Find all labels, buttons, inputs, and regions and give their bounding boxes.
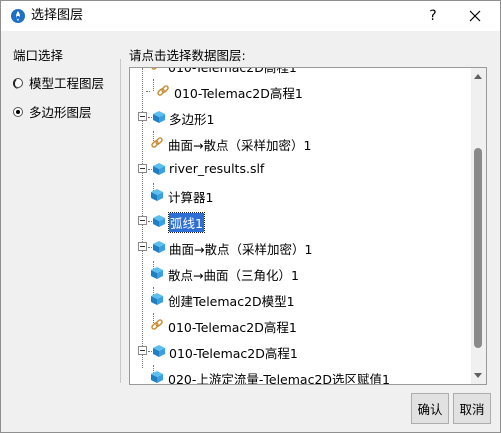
tree-row[interactable]: 创建Telemac2D模型1 xyxy=(130,287,470,311)
tree-row[interactable]: 散点→曲面（三角化）1 xyxy=(130,261,470,285)
tree-branch-line xyxy=(146,91,150,92)
tree-row[interactable]: 曲面→散点（采样加密）1 xyxy=(130,235,470,259)
cube-icon xyxy=(152,110,166,124)
tree-row[interactable]: river_results.slf xyxy=(130,157,470,181)
tree-row-label: 010-Telemac2D高程1 xyxy=(168,68,297,76)
tree-row[interactable]: 010-Telemac2D高程1 xyxy=(130,339,470,363)
confirm-button[interactable]: 确认 xyxy=(411,393,449,424)
link-icon xyxy=(150,68,164,72)
cube-icon xyxy=(152,162,166,176)
tree-row-label: 创建Telemac2D模型1 xyxy=(168,294,295,309)
tree-row-label: 计算器1 xyxy=(168,190,214,205)
help-button[interactable]: ? xyxy=(415,1,451,31)
title-bar: 选择图层 ? xyxy=(1,1,500,31)
tree-row-label: 020-上游定流量-Telemac2D选区赋值1 xyxy=(168,372,390,384)
tree-row[interactable]: 010-Telemac2D高程1 xyxy=(130,313,470,337)
collapse-toggle-icon[interactable] xyxy=(138,216,147,225)
tree-row[interactable]: 020-上游定流量-Telemac2D选区赋值1 xyxy=(130,365,470,384)
close-button[interactable] xyxy=(457,1,493,31)
scroll-up-arrow-icon[interactable] xyxy=(474,74,482,79)
tree-row-label: 散点→曲面（三角化）1 xyxy=(168,268,299,283)
cube-icon xyxy=(152,344,166,358)
tree-row-label: 曲面→散点（采样加密）1 xyxy=(168,138,312,153)
collapse-toggle-icon[interactable] xyxy=(138,346,147,355)
cube-icon xyxy=(152,240,166,254)
tree-row[interactable]: 计算器1 xyxy=(130,183,470,207)
cube-icon xyxy=(150,370,164,384)
cube-icon xyxy=(152,214,166,228)
scroll-thumb[interactable] xyxy=(474,148,482,348)
tree-content: 010-Telemac2D高程1 010-Telemac2D高程1 多边形1 曲面→散… xyxy=(130,68,470,384)
tree-branch-line xyxy=(153,79,154,91)
tree-row-label: 010-Telemac2D高程1 xyxy=(168,320,297,335)
radio-polygon-layer[interactable]: 多边形图层 xyxy=(13,102,92,121)
link-icon xyxy=(150,136,164,150)
select-data-layer-label: 请点击选择数据图层: xyxy=(129,48,246,63)
radio-label: 多边形图层 xyxy=(29,105,92,120)
tree-row-label: 010-Telemac2D高程1 xyxy=(174,86,303,101)
radio-label: 模型工程图层 xyxy=(29,76,105,91)
radio-button[interactable] xyxy=(13,106,23,117)
tree-row-label: 多边形1 xyxy=(169,112,215,127)
radio-button[interactable] xyxy=(13,77,23,89)
layer-tree[interactable]: 010-Telemac2D高程1 010-Telemac2D高程1 多边形1 曲面→散… xyxy=(129,67,487,385)
tree-row-label: 弧线1 xyxy=(168,212,205,233)
tree-row[interactable]: 弧线1 xyxy=(130,209,470,233)
collapse-toggle-icon[interactable] xyxy=(138,242,147,251)
cube-icon xyxy=(150,266,164,280)
port-select-label: 端口选择 xyxy=(13,48,64,63)
tree-row-label: river_results.slf xyxy=(169,161,265,176)
tree-row[interactable]: 曲面→散点（采样加密）1 xyxy=(130,131,470,155)
app-logo-icon xyxy=(11,9,25,23)
collapse-toggle-icon[interactable] xyxy=(138,164,147,173)
cube-icon xyxy=(150,188,164,202)
radio-model-project-layer[interactable]: 模型工程图层 xyxy=(13,73,104,92)
cube-icon xyxy=(150,292,164,306)
close-icon xyxy=(469,10,481,22)
link-icon xyxy=(150,318,164,332)
tree-row[interactable]: 多边形1 xyxy=(130,105,470,129)
collapse-toggle-icon[interactable] xyxy=(138,112,147,121)
window-title: 选择图层 xyxy=(31,8,84,23)
tree-row[interactable]: 010-Telemac2D高程1 xyxy=(130,68,470,77)
vertical-scrollbar[interactable] xyxy=(471,68,486,384)
tree-row[interactable]: 010-Telemac2D高程1 xyxy=(130,79,470,103)
tree-row-label: 010-Telemac2D高程1 xyxy=(169,346,298,361)
tree-row-label: 曲面→散点（采样加密）1 xyxy=(169,242,313,257)
scroll-down-arrow-icon[interactable] xyxy=(474,373,482,378)
cancel-button[interactable]: 取消 xyxy=(453,393,491,424)
select-layer-dialog: 选择图层 ? 端口选择 模型工程图层 多边形图层 请点击选择数据图层: 010-… xyxy=(0,0,501,433)
link-icon xyxy=(156,84,170,98)
